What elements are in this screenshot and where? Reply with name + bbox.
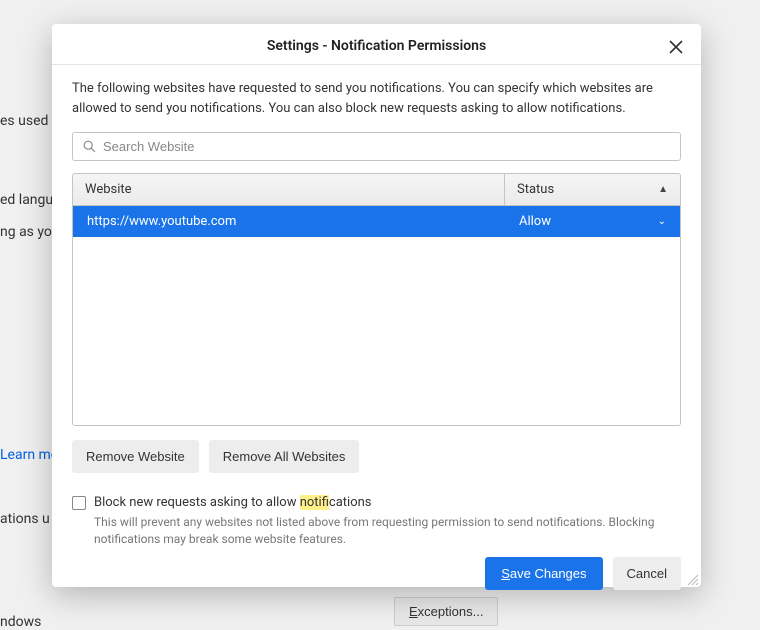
dialog-title: Settings - Notification Permissions (267, 38, 486, 54)
table-body: https://www.youtube.com Allow ⌄ (73, 206, 680, 425)
cell-website: https://www.youtube.com (73, 206, 505, 237)
bg-text: ations u (0, 511, 50, 527)
bg-text: ng as yo (0, 224, 52, 240)
table-header: Website Status ▲ (73, 174, 680, 206)
block-requests-label: Block new requests asking to allow notif… (94, 495, 372, 510)
save-changes-button[interactable]: Save Changes (485, 557, 602, 590)
remove-buttons-row: Remove Website Remove All Websites (72, 440, 681, 473)
remove-website-button[interactable]: Remove Website (72, 440, 199, 473)
dialog-footer: Save Changes Cancel (52, 549, 701, 604)
close-icon (669, 40, 683, 54)
resize-grip[interactable] (685, 571, 699, 585)
search-highlight: notif (300, 495, 329, 510)
bg-link: Learn mo (0, 447, 59, 463)
dialog-body: The following websites have requested to… (52, 65, 701, 549)
block-requests-checkbox[interactable] (72, 496, 86, 510)
permissions-table: Website Status ▲ https://www.youtube.com… (72, 173, 681, 426)
bg-text: ed langu (0, 192, 53, 208)
cell-status-dropdown[interactable]: Allow ⌄ (505, 206, 680, 237)
remove-all-websites-button[interactable]: Remove All Websites (209, 440, 360, 473)
column-header-status[interactable]: Status ▲ (505, 174, 680, 205)
block-requests-checkbox-row[interactable]: Block new requests asking to allow notif… (72, 495, 681, 510)
search-icon (83, 140, 96, 153)
dialog-description: The following websites have requested to… (72, 79, 681, 118)
column-header-website[interactable]: Website (73, 174, 505, 205)
bg-text: es used (0, 113, 48, 129)
status-value: Allow (519, 214, 551, 229)
chevron-down-icon: ⌄ (658, 216, 666, 227)
notification-permissions-dialog: Settings - Notification Permissions The … (52, 24, 701, 587)
cancel-button[interactable]: Cancel (613, 557, 681, 590)
close-button[interactable] (665, 36, 687, 58)
search-website-field[interactable] (72, 132, 681, 161)
block-requests-description: This will prevent any websites not liste… (94, 514, 681, 549)
dialog-header: Settings - Notification Permissions (52, 24, 701, 65)
block-requests-section: Block new requests asking to allow notif… (72, 495, 681, 549)
table-row[interactable]: https://www.youtube.com Allow ⌄ (73, 206, 680, 237)
column-header-status-label: Status (517, 182, 554, 197)
sort-ascending-icon: ▲ (658, 184, 668, 195)
search-input[interactable] (103, 139, 670, 154)
